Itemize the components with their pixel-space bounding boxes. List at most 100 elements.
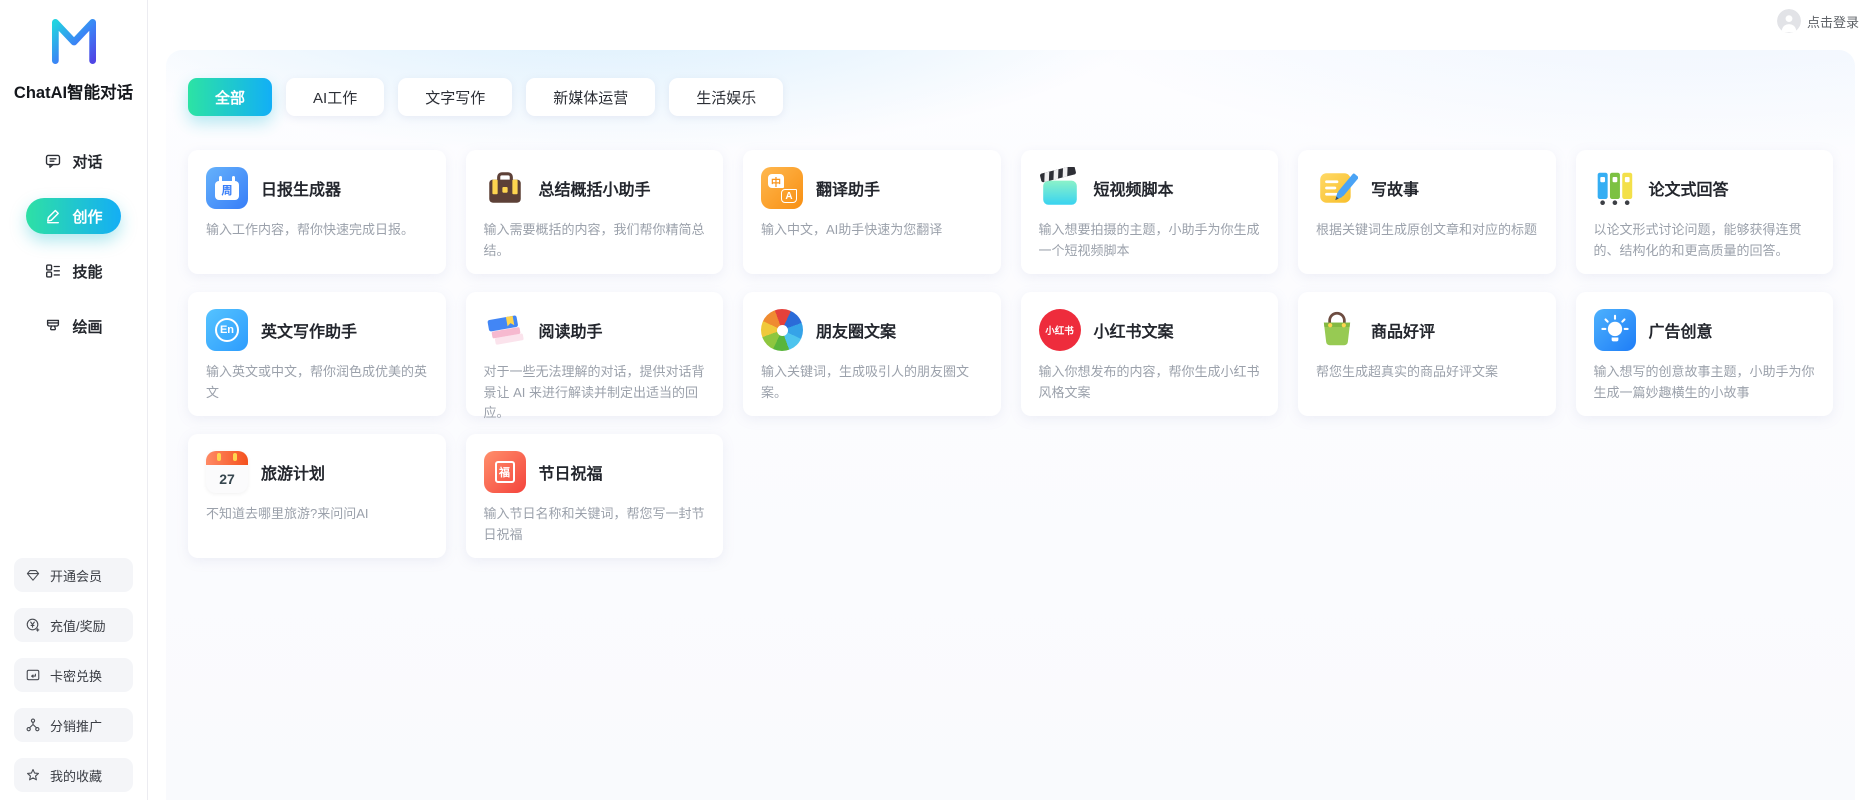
sidebar-item-paint[interactable]: 绘画 <box>26 308 120 344</box>
sidebar-item-label: 绘画 <box>72 318 103 336</box>
card-daily-report[interactable]: 周 日报生成器 输入工作内容，帮你快速完成日报。 <box>188 150 446 274</box>
travel-calendar-icon: 27 <box>206 451 248 493</box>
grid-list-icon <box>46 264 61 278</box>
sidebar-item-chat[interactable]: 对话 <box>26 143 120 179</box>
card-story[interactable]: 写故事 根据关键词生成原创文章和对应的标题 <box>1298 150 1556 274</box>
card-desc: 输入英文或中文，帮你润色成优美的英文 <box>206 364 428 400</box>
sidebar-item-skills[interactable]: 技能 <box>26 253 120 289</box>
clapperboard-icon <box>1039 167 1081 209</box>
card-title: 论文式回答 <box>1648 182 1729 199</box>
card-short-video[interactable]: 短视频脚本 输入想要拍摄的主题，小助手为你生成一个短视频脚本 <box>1020 150 1278 274</box>
user-icon <box>1776 9 1801 33</box>
sidebar-nav: 对话 创作 技能 绘画 <box>14 143 133 344</box>
lightbulb-icon <box>1593 309 1636 351</box>
tab-ai-work[interactable]: AI工作 <box>286 78 385 116</box>
card-desc: 根据关键词生成原创文章和对应的标题 <box>1316 222 1538 237</box>
shopping-bag-icon <box>1316 309 1358 351</box>
card-title: 短视频脚本 <box>1093 182 1174 199</box>
tab-all[interactable]: 全部 <box>188 78 273 116</box>
card-desc: 输入想写的创意故事主题，小助手为你生成一篇妙趣横生的小故事 <box>1593 364 1815 400</box>
card-desc: 输入关键词，生成吸引人的朋友圈文案。 <box>761 364 970 400</box>
footer-item-label: 分销推广 <box>50 718 103 734</box>
english-icon: En <box>206 309 248 351</box>
card-desc: 输入节日名称和关键词，帮您写一封节日祝福 <box>483 506 705 542</box>
sidebar-item-create[interactable]: 创作 <box>26 198 121 234</box>
footer-item-label: 卡密兑换 <box>50 668 103 684</box>
card-title: 朋友圈文案 <box>816 324 897 341</box>
avatar <box>1776 9 1801 33</box>
fu-blessing-icon: 福 <box>483 451 526 493</box>
card-festival-greeting[interactable]: 福 节日祝福 输入节日名称和关键词，帮您写一封节日祝福 <box>465 434 723 558</box>
sidebar-footer: 开通会员 充值/奖励 卡密兑换 分销推广 我的收藏 <box>14 558 133 792</box>
card-desc: 不知道去哪里旅游?来问问AI <box>206 506 369 521</box>
daily-report-icon: 周 <box>206 167 248 209</box>
tools-grid: 周 日报生成器 输入工作内容，帮你快速完成日报。 总结概括小助手 输入需要概括的… <box>188 150 1833 558</box>
login-button[interactable]: 点击登录 <box>1776 9 1859 33</box>
login-label: 点击登录 <box>1806 14 1859 30</box>
card-desc: 帮您生成超真实的商品好评文案 <box>1316 364 1499 379</box>
sidebar-item-label: 创作 <box>72 208 103 226</box>
card-travel-plan[interactable]: 27 旅游计划 不知道去哪里旅游?来问问AI <box>188 434 446 558</box>
xiaohongshu-icon: 小红书 <box>1038 309 1081 351</box>
footer-item-label: 充值/奖励 <box>50 618 106 634</box>
card-translate[interactable]: 中 A 翻译助手 输入中文，AI助手快速为您翻译 <box>743 150 1001 274</box>
translate-icon: 中 A <box>761 167 803 209</box>
card-desc: 对于一些无法理解的对话，提供对话背景让 AI 来进行解读并制定出适当的回应。 <box>483 364 705 421</box>
main-panel: 全部 AI工作 文字写作 新媒体运营 生活娱乐 周 日报生成器 输入工作内容，帮… <box>166 50 1855 800</box>
footer-item-label: 开通会员 <box>50 568 103 584</box>
category-tabs: 全部 AI工作 文字写作 新媒体运营 生活娱乐 <box>188 78 1833 116</box>
card-title: 翻译助手 <box>816 182 881 199</box>
sidebar-item-label: 技能 <box>72 263 103 281</box>
card-desc: 输入需要概括的内容，我们帮你精简总结。 <box>483 222 705 258</box>
tab-life-fun[interactable]: 生活娱乐 <box>669 78 784 116</box>
yen-coin-icon <box>26 618 40 632</box>
app-title: ChatAI智能对话 <box>13 84 134 102</box>
card-moments-copy[interactable]: 朋友圈文案 输入关键词，生成吸引人的朋友圈文案。 <box>743 292 1001 416</box>
card-title: 旅游计划 <box>261 466 326 483</box>
app-logo-icon <box>45 12 103 75</box>
card-title: 日报生成器 <box>261 182 342 199</box>
sidebar-item-vip[interactable]: 开通会员 <box>14 558 133 592</box>
card-xiaohongshu-copy[interactable]: 小红书 小红书文案 输入你想发布的内容，帮你生成小红书风格文案 <box>1020 292 1278 416</box>
story-note-icon <box>1316 167 1358 209</box>
binders-icon <box>1594 167 1636 209</box>
card-redeem-icon <box>26 669 40 681</box>
network-share-icon <box>26 718 40 732</box>
card-title: 写故事 <box>1371 182 1420 199</box>
chat-icon <box>46 154 61 168</box>
card-title: 广告创意 <box>1648 324 1713 341</box>
card-title: 总结概括小助手 <box>538 182 651 199</box>
paint-brush-icon <box>47 319 60 331</box>
card-title: 阅读助手 <box>538 324 603 341</box>
diamond-icon <box>26 570 40 581</box>
footer-item-label: 我的收藏 <box>50 768 103 784</box>
card-ad-creative[interactable]: 广告创意 输入想写的创意故事主题，小助手为你生成一篇妙趣横生的小故事 <box>1575 292 1833 416</box>
card-title: 节日祝福 <box>538 466 603 483</box>
tab-new-media[interactable]: 新媒体运营 <box>526 78 656 116</box>
sidebar-item-affiliate[interactable]: 分销推广 <box>14 708 133 742</box>
card-essay-answer[interactable]: 论文式回答 以论文形式讨论问题，能够获得连贯的、结构化的和更高质量的回答。 <box>1575 150 1833 274</box>
briefcase-icon <box>484 167 526 209</box>
card-title: 小红书文案 <box>1093 324 1174 341</box>
card-english-writing[interactable]: En 英文写作助手 输入英文或中文，帮你润色成优美的英文 <box>188 292 446 416</box>
card-title: 英文写作助手 <box>261 324 358 341</box>
sidebar-item-redeem[interactable]: 卡密兑换 <box>14 658 133 692</box>
card-desc: 输入你想发布的内容，帮你生成小红书风格文案 <box>1038 364 1260 400</box>
card-desc: 输入想要拍摄的主题，小助手为你生成一个短视频脚本 <box>1038 222 1260 258</box>
card-product-review[interactable]: 商品好评 帮您生成超真实的商品好评文案 <box>1298 292 1556 416</box>
sidebar-item-recharge[interactable]: 充值/奖励 <box>14 608 133 642</box>
books-icon <box>484 309 526 351</box>
sidebar: ChatAI智能对话 对话 创作 技能 绘画 开通会员 充值/奖励 卡密兑换 分… <box>0 0 148 800</box>
card-desc: 输入工作内容，帮你快速完成日报。 <box>206 222 415 237</box>
pencil-icon <box>47 209 60 224</box>
card-title: 商品好评 <box>1371 324 1436 341</box>
card-summary[interactable]: 总结概括小助手 输入需要概括的内容，我们帮你精简总结。 <box>465 150 723 274</box>
tab-writing[interactable]: 文字写作 <box>398 78 513 116</box>
card-reading[interactable]: 阅读助手 对于一些无法理解的对话，提供对话背景让 AI 来进行解读并制定出适当的… <box>465 292 723 420</box>
sidebar-item-label: 对话 <box>72 153 103 171</box>
card-desc: 以论文形式讨论问题，能够获得连贯的、结构化的和更高质量的回答。 <box>1593 222 1802 258</box>
card-desc: 输入中文，AI助手快速为您翻译 <box>761 222 943 237</box>
moments-icon <box>761 309 803 351</box>
sidebar-item-favorites[interactable]: 我的收藏 <box>14 758 133 792</box>
star-icon <box>27 769 39 781</box>
